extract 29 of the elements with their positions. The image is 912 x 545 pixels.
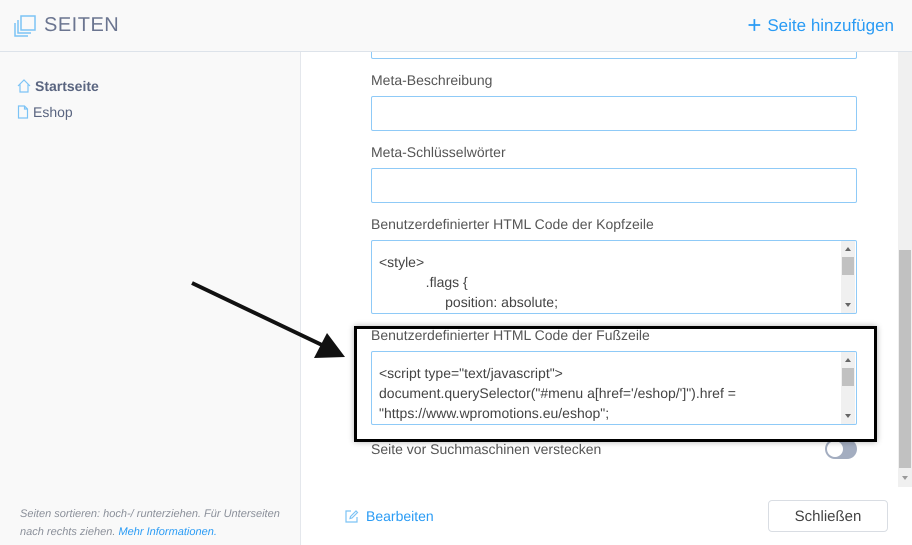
home-icon [17,79,31,93]
field-label: Meta-Beschreibung [371,71,494,90]
more-info-link[interactable]: Mehr Informationen. [118,526,217,538]
code-field[interactable]: <style> .flags { position: absolute; [371,240,857,314]
sort-hint: Seiten sortieren: hoch-/ runterziehen. Für Unterseiten nach rechts ziehen. Mehr Informationen. [19,507,281,540]
sidebar-item[interactable]: Eshop [17,104,73,120]
edit-link[interactable]: Bearbeiten [344,508,434,524]
add-page-link[interactable]: + Seite hinzufügen [747,14,894,38]
code-field[interactable]: <script type="text/javascript"> document.querySelector("#menu a[href='/eshop/']").href = "https://www.wpromotions.eu/eshop"; [371,351,857,425]
scrollbar-drawing [841,241,855,313]
close-button[interactable]: Schließen [768,500,888,532]
pages-icon [14,14,36,36]
code-line: <script type="text/javascript"> [379,364,564,383]
field-label: Benutzerdefinierter HTML Code der Fußzeile [371,326,651,345]
page-icon [17,105,29,119]
field-label: Meta-Schlüsselwörter [371,143,507,162]
sidebar-item[interactable]: Startseite [17,78,99,94]
code-line: <style> [379,253,426,272]
code-line: "https://www.wpromotions.eu/eshop"; [379,404,610,423]
input-field[interactable] [371,96,857,131]
code-line: document.querySelector("#menu a[href='/eshop/']").href = [379,384,736,403]
code-line: position: absolute; [444,293,558,312]
toggle-label: Seite vor Suchmaschinen verstecken [371,441,602,457]
input-field[interactable] [371,168,857,203]
edit-icon [344,508,359,524]
page-title: SEITEN [44,14,120,37]
scrollbar-drawing [841,352,855,424]
field-label: Benutzerdefinierter HTML Code der Kopfzeile [371,215,655,234]
code-line: .flags { [424,273,469,292]
